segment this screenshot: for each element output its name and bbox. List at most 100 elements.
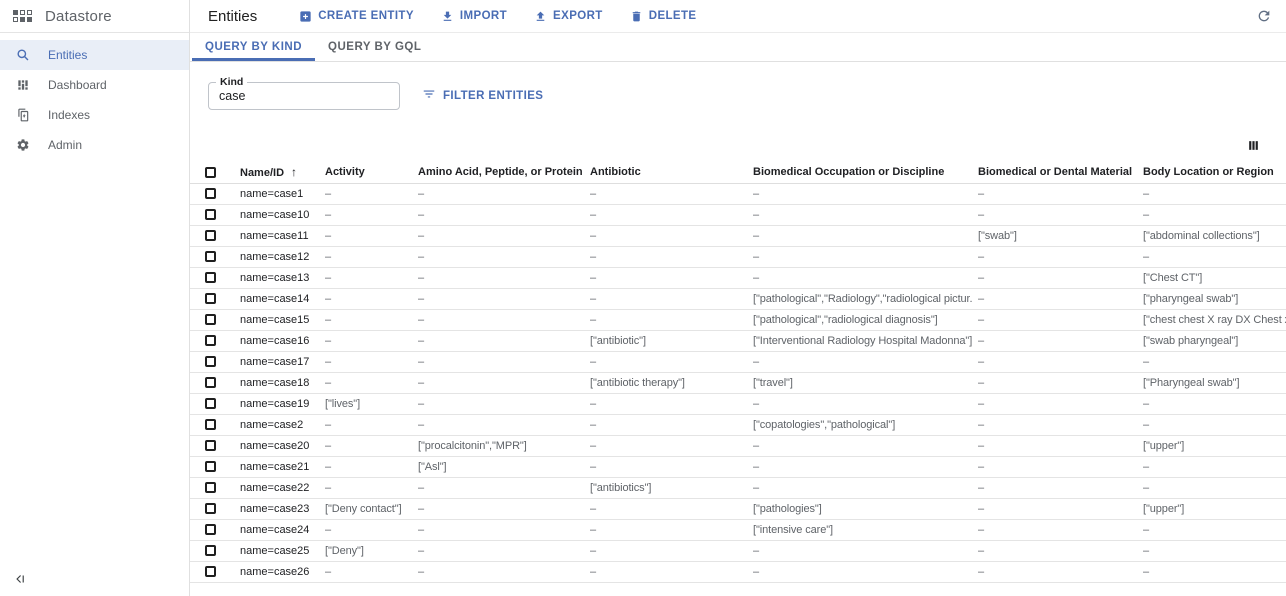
entity-name[interactable]: name=case16 [234,330,319,351]
entity-cell: ["Deny contact"] [319,498,412,519]
entity-cell: – [747,477,972,498]
row-checkbox[interactable] [205,566,216,577]
entity-cell: – [412,309,584,330]
entity-cell: – [747,540,972,561]
table-row: name=case19["lives"]––––– [190,393,1286,414]
column-header-body-location[interactable]: Body Location or Region [1137,162,1286,183]
create-entity-label: CREATE ENTITY [318,10,414,22]
entity-cell: – [584,414,747,435]
table-row: name=case24–––["intensive care"]–– [190,519,1286,540]
row-checkbox[interactable] [205,440,216,451]
refresh-button[interactable] [1256,8,1272,24]
entity-cell: – [412,477,584,498]
entity-name[interactable]: name=case20 [234,435,319,456]
column-header-name-id[interactable]: Name/ID↑ [234,162,319,183]
entity-cell: ["antibiotic therapy"] [584,372,747,393]
delete-button[interactable]: DELETE [630,10,697,23]
row-checkbox[interactable] [205,272,216,283]
entity-name[interactable]: name=case21 [234,456,319,477]
entity-cell: ["pathological","Radiology","radiologica… [747,288,972,309]
column-header-biomedical-material[interactable]: Biomedical or Dental Material [972,162,1137,183]
row-checkbox[interactable] [205,503,216,514]
table-row: name=case18––["antibiotic therapy"]["tra… [190,372,1286,393]
column-header-amino-acid[interactable]: Amino Acid, Peptide, or Protein [412,162,584,183]
entity-name[interactable]: name=case18 [234,372,319,393]
entity-cell: – [412,351,584,372]
entity-name[interactable]: name=case2 [234,414,319,435]
table-row: name=case1–––––– [190,183,1286,204]
column-header-antibiotic[interactable]: Antibiotic [584,162,747,183]
entity-cell: – [972,183,1137,204]
column-header-activity[interactable]: Activity [319,162,412,183]
entity-cell: – [972,372,1137,393]
entity-cell: – [1137,246,1286,267]
sidebar-item-admin[interactable]: Admin [0,130,189,160]
row-checkbox[interactable] [205,209,216,220]
row-checkbox[interactable] [205,188,216,199]
entity-cell: – [972,414,1137,435]
row-checkbox[interactable] [205,335,216,346]
import-button[interactable]: IMPORT [441,10,507,23]
main-content: Entities CREATE ENTITY IMPORT EXPORT DEL… [190,0,1286,596]
column-header-biomedical-occupation[interactable]: Biomedical Occupation or Discipline [747,162,972,183]
column-display-icon [1247,139,1260,152]
entity-name[interactable]: name=case23 [234,498,319,519]
sidebar-item-label: Admin [48,138,82,152]
row-checkbox[interactable] [205,524,216,535]
column-display-button[interactable] [1247,139,1260,152]
row-checkbox[interactable] [205,230,216,241]
entity-name[interactable]: name=case15 [234,309,319,330]
entity-name[interactable]: name=case19 [234,393,319,414]
create-entity-button[interactable]: CREATE ENTITY [299,10,414,23]
row-checkbox[interactable] [205,377,216,388]
entity-name[interactable]: name=case13 [234,267,319,288]
entity-cell: – [584,288,747,309]
toolbar: Entities CREATE ENTITY IMPORT EXPORT DEL… [190,0,1286,33]
entity-cell: – [412,519,584,540]
tab-query-by-gql[interactable]: QUERY BY GQL [315,33,434,61]
entity-cell: – [319,204,412,225]
tab-query-by-kind[interactable]: QUERY BY KIND [192,33,315,61]
entity-name[interactable]: name=case12 [234,246,319,267]
row-checkbox[interactable] [205,293,216,304]
entity-cell: – [972,498,1137,519]
row-checkbox[interactable] [205,482,216,493]
query-tabs: QUERY BY KIND QUERY BY GQL [190,33,1286,62]
table-row: name=case23["Deny contact"]––["pathologi… [190,498,1286,519]
entity-name[interactable]: name=case22 [234,477,319,498]
entity-name[interactable]: name=case25 [234,540,319,561]
table-tools [190,129,1286,162]
select-all-checkbox[interactable] [205,167,216,178]
row-checkbox[interactable] [205,398,216,409]
export-button[interactable]: EXPORT [534,10,603,23]
indexes-icon [16,108,30,122]
entity-name[interactable]: name=case17 [234,351,319,372]
row-checkbox[interactable] [205,545,216,556]
row-checkbox[interactable] [205,251,216,262]
entity-name[interactable]: name=case14 [234,288,319,309]
collapse-sidebar-button[interactable] [12,572,28,588]
sidebar-item-indexes[interactable]: Indexes [0,100,189,130]
entity-cell: – [584,540,747,561]
entity-name[interactable]: name=case24 [234,519,319,540]
entity-cell: – [972,393,1137,414]
entity-cell: – [747,204,972,225]
row-checkbox[interactable] [205,461,216,472]
sidebar-item-entities[interactable]: Entities [0,40,189,70]
entity-cell: ["pathologies"] [747,498,972,519]
row-checkbox[interactable] [205,419,216,430]
entity-name[interactable]: name=case10 [234,204,319,225]
filter-entities-button[interactable]: FILTER ENTITIES [422,87,543,104]
sidebar-item-dashboard[interactable]: Dashboard [0,70,189,100]
table-row: name=case22––["antibiotics"]––– [190,477,1286,498]
table-row: name=case2–––["copatologies","pathologic… [190,414,1286,435]
entity-cell: – [1137,540,1286,561]
row-checkbox[interactable] [205,314,216,325]
entity-name[interactable]: name=case1 [234,183,319,204]
entity-name[interactable]: name=case26 [234,561,319,582]
entity-cell: – [747,561,972,582]
row-checkbox[interactable] [205,356,216,367]
entity-cell: – [972,351,1137,372]
entity-cell: – [319,330,412,351]
entity-name[interactable]: name=case11 [234,225,319,246]
